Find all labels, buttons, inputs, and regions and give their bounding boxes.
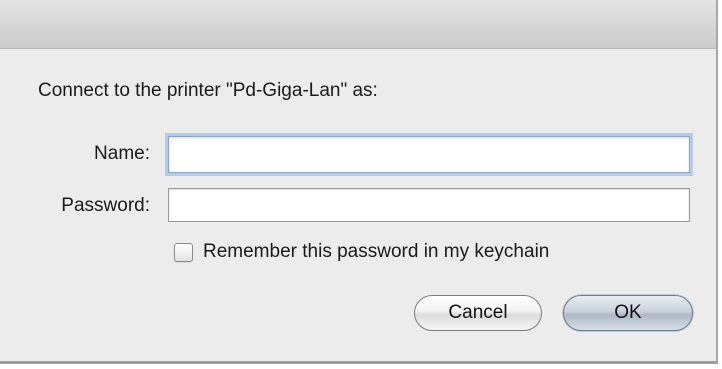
dialog-titlebar[interactable]	[0, 0, 716, 49]
password-label: Password:	[61, 195, 150, 216]
ok-button[interactable]: OK	[563, 295, 693, 331]
ok-button-label: OK	[614, 302, 642, 323]
remember-password-label[interactable]: Remember this password in my keychain	[203, 241, 549, 263]
connect-printer-dialog: Connect to the printer "Pd-Giga-Lan" as:…	[0, 0, 718, 364]
remember-password-checkbox[interactable]	[174, 242, 193, 262]
name-label: Name:	[94, 143, 150, 164]
password-field[interactable]	[168, 188, 690, 222]
remember-password-row[interactable]: Remember this password in my keychain	[174, 240, 549, 264]
connect-prompt: Connect to the printer "Pd-Giga-Lan" as:	[38, 80, 378, 101]
cancel-button[interactable]: Cancel	[414, 295, 542, 331]
cancel-button-label: Cancel	[448, 302, 508, 323]
name-field[interactable]	[168, 136, 690, 173]
